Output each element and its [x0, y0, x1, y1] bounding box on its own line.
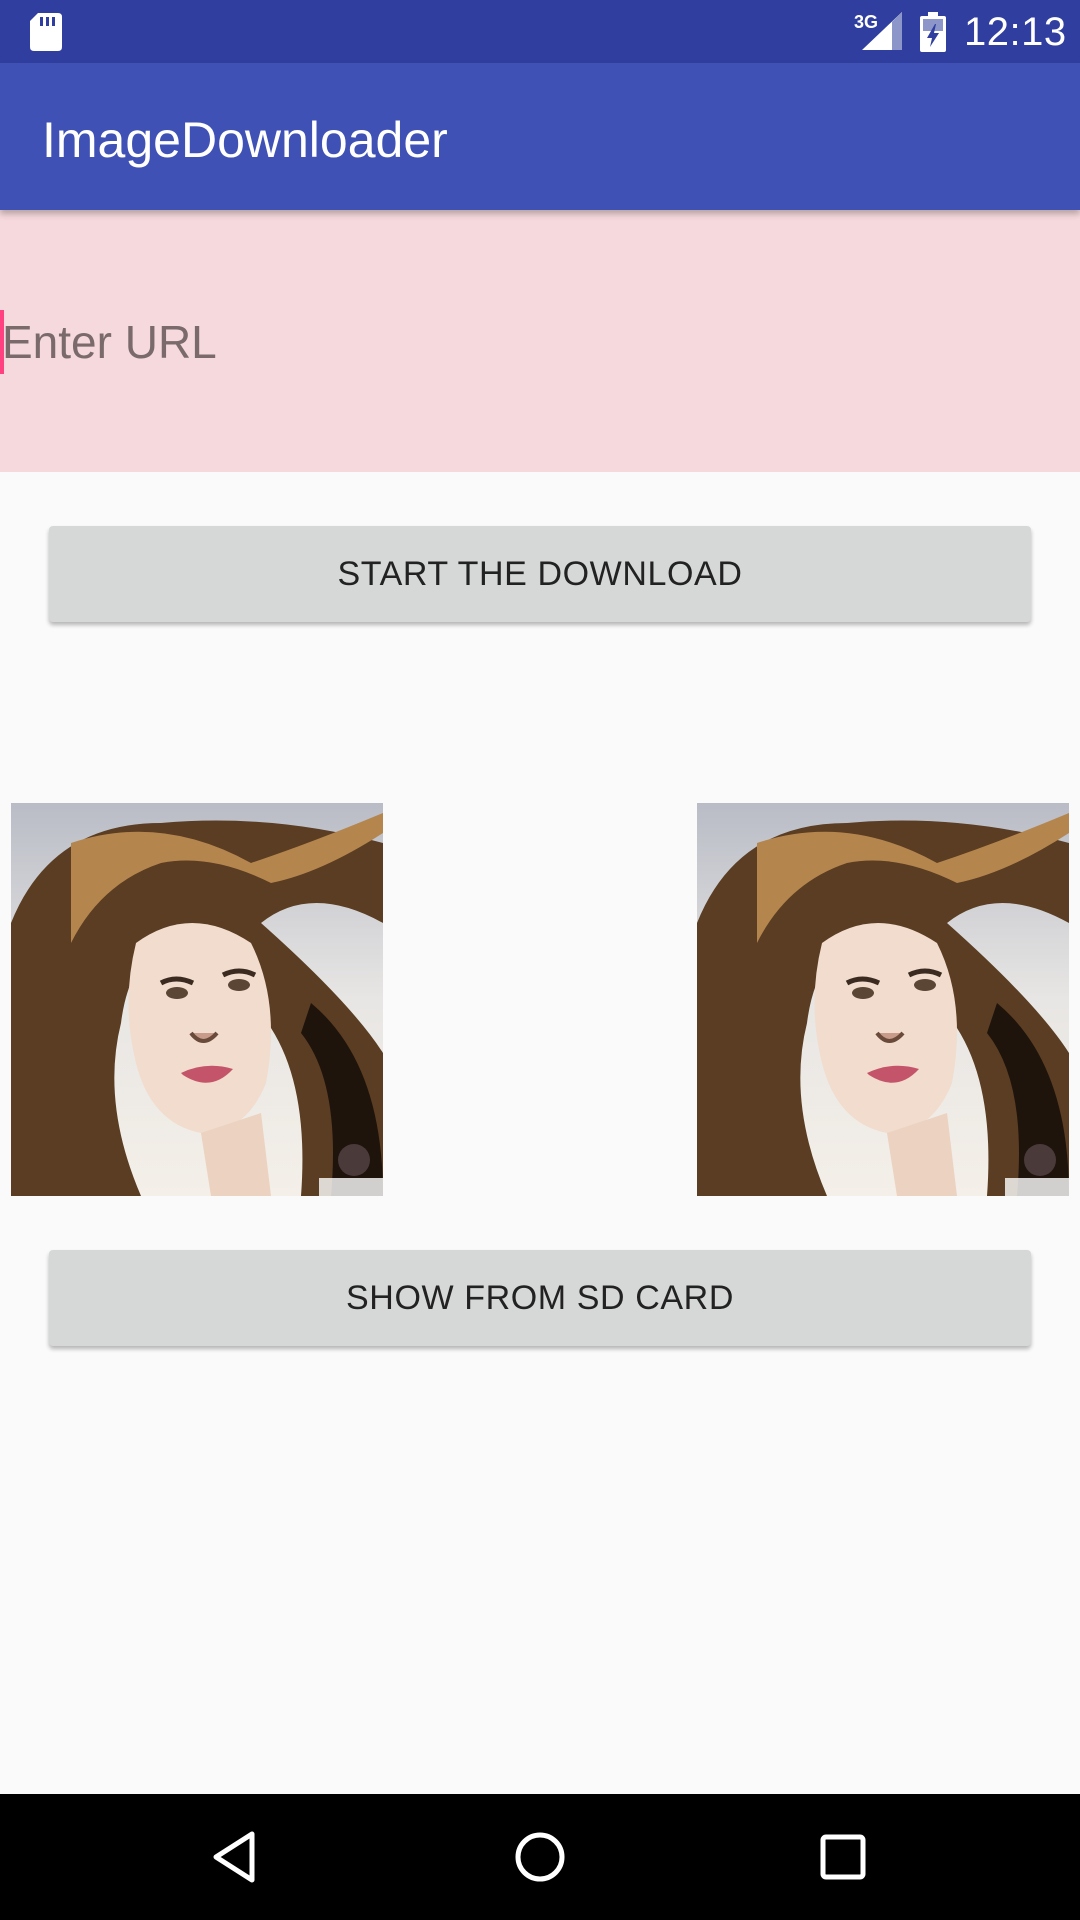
navigation-bar [0, 1794, 1080, 1920]
show-from-sd-card-button[interactable]: SHOW FROM SD CARD [49, 1250, 1031, 1346]
status-bar: 3G 12:13 [0, 0, 1080, 63]
app-bar: ImageDownloader [0, 63, 1080, 210]
status-time: 12:13 [964, 10, 1067, 54]
sdcard-image [697, 803, 1069, 1196]
recents-icon[interactable] [808, 1822, 878, 1892]
start-download-button[interactable]: START THE DOWNLOAD [49, 526, 1031, 622]
url-input[interactable] [0, 310, 1080, 374]
url-field-container [0, 210, 1080, 472]
sd-card-icon [30, 13, 62, 51]
battery-charging-icon [920, 12, 946, 52]
downloaded-image [11, 803, 383, 1196]
home-icon[interactable] [505, 1822, 575, 1892]
back-icon[interactable] [202, 1822, 272, 1892]
app-title: ImageDownloader [42, 112, 448, 168]
signal-icon [862, 12, 902, 50]
